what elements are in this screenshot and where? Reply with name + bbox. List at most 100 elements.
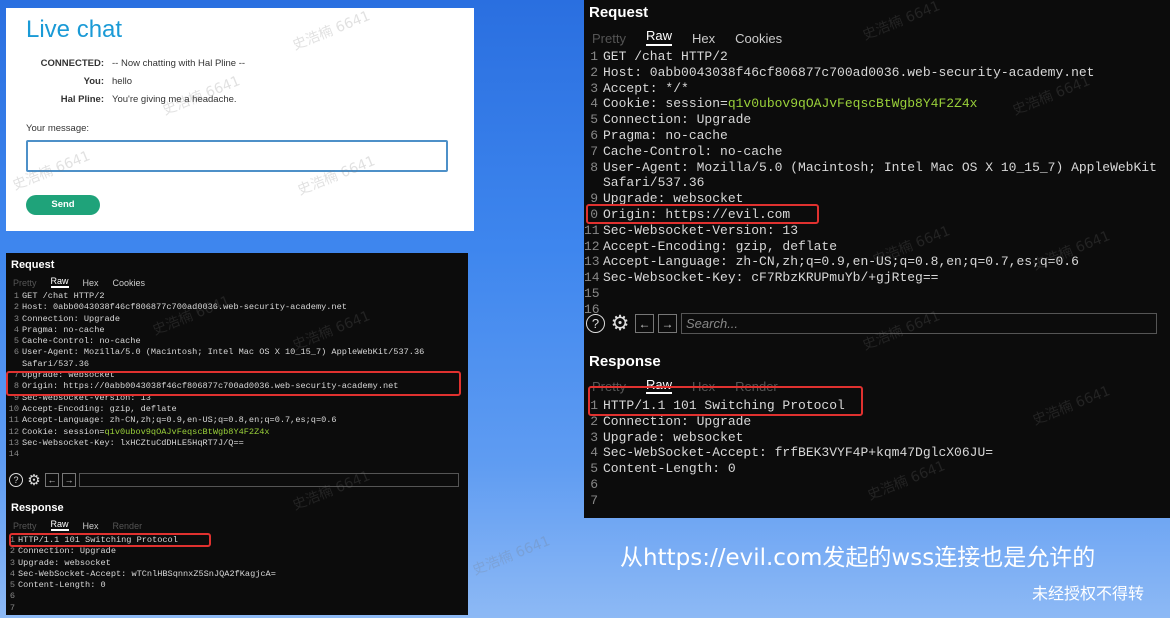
back-arrow-icon[interactable]: ← xyxy=(635,314,654,333)
line-number: 2 xyxy=(9,546,15,557)
line-text: Cookie: session= xyxy=(603,96,728,112)
line-text: Content-Length: 0 xyxy=(18,580,106,591)
code-line: 11 Sec-Websocket-Version: 13 xyxy=(584,223,1170,239)
line-text: Upgrade: websocket xyxy=(603,429,744,445)
line-text: Upgrade: websocket xyxy=(18,557,111,568)
tab-pretty[interactable]: Pretty xyxy=(13,278,37,288)
line-number: 6 xyxy=(590,476,598,492)
line-number: 7 xyxy=(9,602,15,613)
line-number xyxy=(584,175,598,191)
response-tabs: Pretty Raw Hex Render xyxy=(13,519,142,531)
code-line: 5 Connection: Upgrade xyxy=(584,112,1170,128)
tab-cookies[interactable]: Cookies xyxy=(113,278,146,288)
line-number: 2 xyxy=(590,64,598,80)
line-text: Connection: Upgrade xyxy=(18,546,116,557)
tab-pretty[interactable]: Pretty xyxy=(592,31,626,46)
code-line: 5 Cache-Control: no-cache xyxy=(8,336,424,347)
code-line: 10 Accept-Encoding: gzip, deflate xyxy=(8,404,424,415)
tab-raw[interactable]: Raw xyxy=(50,276,69,288)
code-line: 5 Content-Length: 0 xyxy=(584,461,993,477)
code-line: 4 Pragma: no-cache xyxy=(8,325,424,336)
tab-hex[interactable]: Hex xyxy=(83,278,99,288)
tab-render[interactable]: Render xyxy=(113,521,143,531)
line-number: 12 xyxy=(584,238,600,254)
forward-arrow-icon[interactable]: → xyxy=(62,473,76,487)
message-text: -- Now chatting with Hal Pline -- xyxy=(112,58,246,69)
line-text: Connection: Upgrade xyxy=(603,112,752,128)
line-text: Sec-Websocket-Key: cF7RbzKRUPmuYb/+gjRte… xyxy=(603,270,939,286)
line-number: 11 xyxy=(8,415,19,426)
code-line: 7 xyxy=(584,493,993,509)
code-line: 4 Cookie: session= q1v0ubov9qOAJvFeqscBtWg… xyxy=(584,96,1170,112)
code-line: 7 Cache-Control: no-cache xyxy=(584,144,1170,160)
code-line: 4 Sec-WebSocket-Accept: frfBEK3VYF4P+kqm4… xyxy=(584,445,993,461)
line-number: 5 xyxy=(13,336,19,347)
message-text: You're giving me a headache. xyxy=(112,94,237,105)
line-number: 2 xyxy=(590,413,598,429)
cookie-value: q1v0ubov9qOAJvFeqscBtWgb8Y4F2Z4x xyxy=(104,426,270,437)
code-line: 6 User-Agent: Mozilla/5.0 (Macintosh; Int… xyxy=(8,347,424,358)
editor-toolbar: ? ⚙ ← → xyxy=(9,471,459,489)
line-number: 5 xyxy=(590,461,598,477)
line-number: 13 xyxy=(8,437,19,448)
tab-raw[interactable]: Raw xyxy=(50,519,69,531)
search-input[interactable] xyxy=(79,473,459,487)
line-number: 5 xyxy=(9,580,15,591)
send-button[interactable]: Send xyxy=(26,195,100,215)
line-number: 6 xyxy=(9,591,15,602)
help-icon[interactable]: ? xyxy=(586,314,605,333)
line-number: 6 xyxy=(590,127,598,143)
tab-hex[interactable]: Hex xyxy=(83,521,99,531)
help-icon[interactable]: ? xyxy=(9,473,23,487)
response-heading: Response xyxy=(11,502,64,514)
tab-pretty[interactable]: Pretty xyxy=(13,521,37,531)
line-number: 6 xyxy=(13,347,19,358)
line-text: Accept-Language: zh-CN,zh;q=0.9,en-US;q=… xyxy=(603,254,1079,270)
line-text: Safari/537.36 xyxy=(603,175,705,191)
line-number: 2 xyxy=(13,302,19,313)
message-author: You: xyxy=(83,76,104,87)
gear-icon[interactable]: ⚙ xyxy=(609,311,631,336)
line-text: Accept-Language: zh-CN,zh;q=0.9,en-US;q=… xyxy=(22,415,337,426)
line-text: Accept: */* xyxy=(603,80,689,96)
line-text: GET /chat HTTP/2 xyxy=(22,291,105,301)
code-line: 1 GET /chat HTTP/2 xyxy=(584,49,1170,65)
editor-toolbar: ? ⚙ ← → Search... xyxy=(586,311,1157,336)
line-number: 3 xyxy=(9,557,15,568)
highlight-box xyxy=(588,386,863,416)
line-number: 13 xyxy=(584,254,600,270)
tab-hex[interactable]: Hex xyxy=(692,31,715,46)
code-line: 1 GET /chat HTTP/2 xyxy=(8,291,424,302)
code-line: 13 Sec-Websocket-Key: lxHCZtuCdDHLE5HqRT7… xyxy=(8,438,424,449)
line-text: Connection: Upgrade xyxy=(22,313,120,324)
code-line: Safari/537.36 xyxy=(8,359,424,370)
highlight-box xyxy=(586,204,819,224)
request-heading: Request xyxy=(11,259,55,271)
line-number: 11 xyxy=(584,222,600,238)
line-text: Connection: Upgrade xyxy=(603,413,752,429)
line-number: 8 xyxy=(590,159,598,175)
line-text: Safari/537.36 xyxy=(22,358,90,369)
line-number: 7 xyxy=(590,492,598,508)
gear-icon[interactable]: ⚙ xyxy=(26,471,42,489)
line-text: Content-Length: 0 xyxy=(603,461,736,477)
code-line: Safari/537.36 xyxy=(584,175,1170,191)
search-input[interactable]: Search... xyxy=(681,313,1157,334)
message-author: CONNECTED: xyxy=(40,58,104,69)
line-text: Sec-Websocket-Key: lxHCZtuCdDHLE5HqRT7J/… xyxy=(22,437,244,448)
code-line: 6 xyxy=(8,591,276,602)
line-number: 5 xyxy=(590,112,598,128)
line-text: Pragma: no-cache xyxy=(22,324,105,335)
back-arrow-icon[interactable]: ← xyxy=(45,473,59,487)
code-line: 5 Content-Length: 0 xyxy=(8,580,276,591)
message-label: Your message: xyxy=(26,123,90,134)
code-line: 6 xyxy=(584,477,993,493)
line-number: 4 xyxy=(590,96,598,112)
forward-arrow-icon[interactable]: → xyxy=(658,314,677,333)
line-text: Host: 0abb0043038f46cf806877c700ad0036.w… xyxy=(22,302,347,313)
request-editor[interactable]: 1 GET /chat HTTP/2 2 Host: 0abb0043038f46cf… xyxy=(584,49,1170,318)
line-number: 4 xyxy=(13,324,19,335)
message-input[interactable] xyxy=(26,140,448,172)
tab-cookies[interactable]: Cookies xyxy=(735,31,782,46)
tab-raw[interactable]: Raw xyxy=(645,28,672,46)
